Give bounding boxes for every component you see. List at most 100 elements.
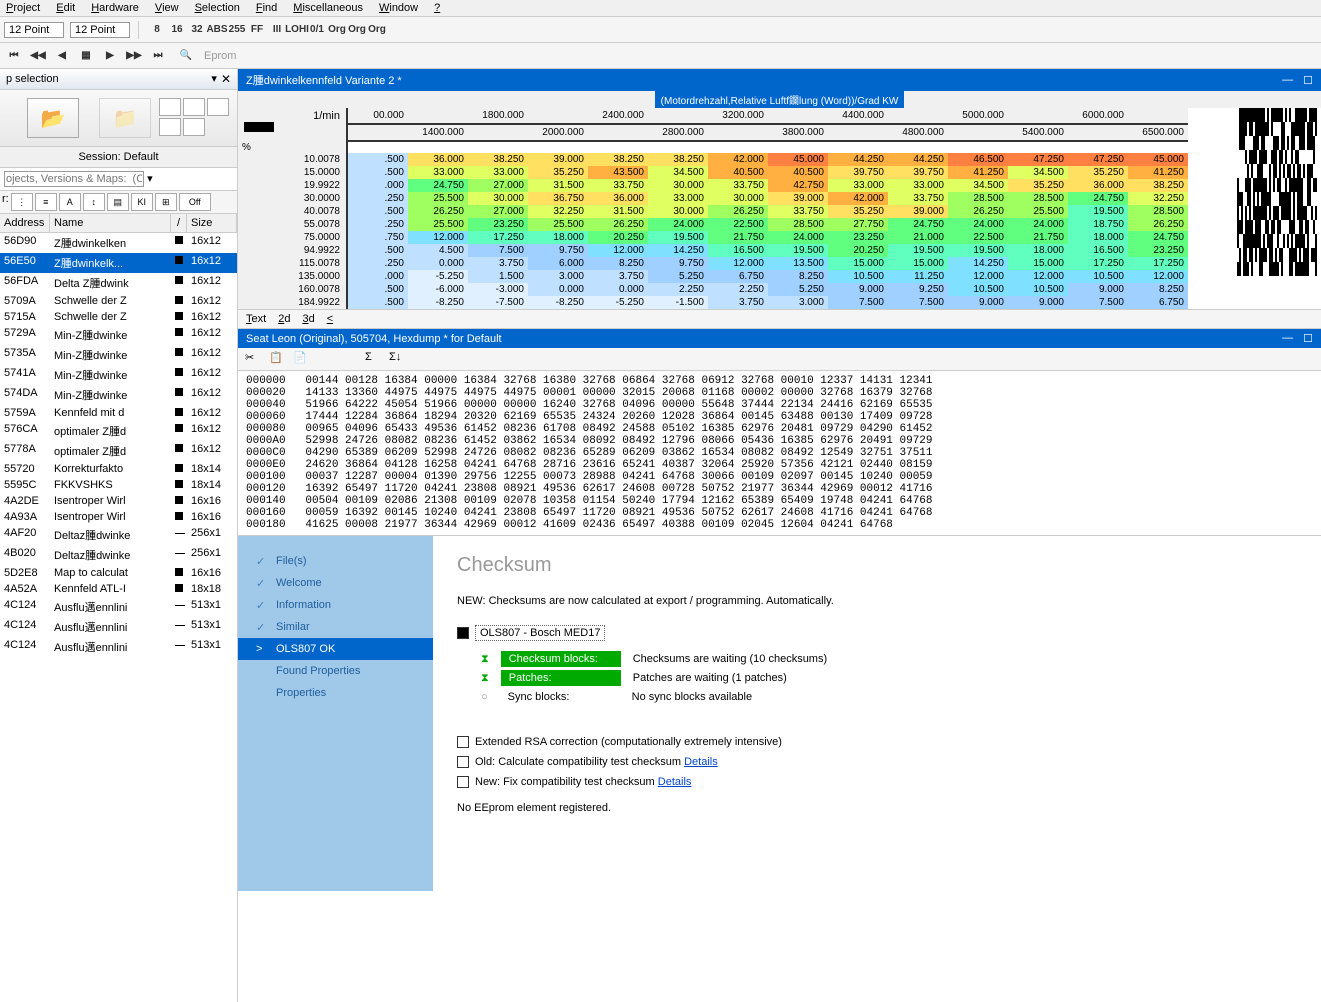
map-cell[interactable]: -6.000 — [408, 283, 468, 296]
map-cell[interactable]: 8.250 — [588, 257, 648, 270]
map-cell[interactable]: .500 — [348, 205, 408, 218]
map-cell[interactable]: 30.000 — [708, 192, 768, 205]
details-link-1[interactable]: Details — [684, 756, 718, 768]
mini-btn-2[interactable] — [183, 98, 205, 116]
nav-last-icon[interactable]: ⏭ — [148, 46, 168, 66]
nav-next-icon[interactable]: ▶ — [100, 46, 120, 66]
map-cell[interactable]: 8.250 — [768, 270, 828, 283]
nav-found-properties[interactable]: Found Properties — [238, 660, 433, 682]
map-cell[interactable]: 47.250 — [1008, 153, 1068, 166]
map-cell[interactable]: 10.500 — [1008, 283, 1068, 296]
map-cell[interactable]: 26.250 — [408, 205, 468, 218]
map-cell[interactable]: 17.250 — [468, 231, 528, 244]
map-cell[interactable]: 39.750 — [888, 166, 948, 179]
map-cell[interactable]: 24.750 — [1128, 231, 1188, 244]
map-cell[interactable]: 36.750 — [528, 192, 588, 205]
map-cell[interactable]: 34.500 — [648, 166, 708, 179]
map-cell[interactable]: 12.000 — [588, 244, 648, 257]
map-cell[interactable]: 12.000 — [1128, 270, 1188, 283]
map-cell[interactable]: 18.750 — [1068, 218, 1128, 231]
map-row[interactable]: 5D2E8Map to calculat 16x16 — [0, 565, 237, 581]
hex-minimize-icon[interactable]: — — [1282, 332, 1293, 345]
map-cell[interactable]: 45.000 — [1128, 153, 1188, 166]
map-cell[interactable]: 0.000 — [588, 283, 648, 296]
hexdump[interactable]: 000000 00144 00128 16384 00000 16384 327… — [238, 371, 1321, 535]
map-cell[interactable]: 16.500 — [708, 244, 768, 257]
mini-btn-5[interactable] — [183, 118, 205, 136]
menu-find[interactable]: Find — [256, 2, 277, 14]
close-icon[interactable]: ✕ — [221, 72, 231, 86]
map-cell[interactable]: 24.000 — [768, 231, 828, 244]
filter-btn-1[interactable]: ⋮ — [11, 193, 33, 211]
map-cell[interactable]: 20.250 — [828, 244, 888, 257]
map-row[interactable]: 5709ASchwelle der Z 16x12 — [0, 293, 237, 309]
map-cell[interactable]: 14.250 — [948, 257, 1008, 270]
map-cell[interactable]: 10.500 — [828, 270, 888, 283]
tb-III[interactable]: III — [267, 20, 287, 40]
map-cell[interactable]: .000 — [348, 270, 408, 283]
menu-project[interactable]: Project — [6, 2, 40, 14]
map-cell[interactable]: 2.250 — [648, 283, 708, 296]
map-cell[interactable]: 23.250 — [828, 231, 888, 244]
view-icon[interactable]: 🔍 — [176, 46, 196, 66]
old-checkbox[interactable] — [457, 756, 469, 768]
map-cell[interactable]: 13.500 — [768, 257, 828, 270]
map-cell[interactable]: .250 — [348, 192, 408, 205]
map-row[interactable]: 5741AMin-Z腫dwinke 16x12 — [0, 365, 237, 385]
new-checkbox[interactable] — [457, 776, 469, 788]
map-cell[interactable]: 0.000 — [408, 257, 468, 270]
menu-edit[interactable]: Edit — [56, 2, 75, 14]
map-cell[interactable]: 9.000 — [948, 296, 1008, 309]
tb-Org[interactable]: Org — [327, 20, 347, 40]
map-cell[interactable]: 40.500 — [708, 166, 768, 179]
nav-prev-icon[interactable]: ◀ — [52, 46, 72, 66]
map-cell[interactable]: 2.250 — [708, 283, 768, 296]
menu-window[interactable]: Window — [379, 2, 418, 14]
map-cell[interactable]: .500 — [348, 166, 408, 179]
map-cell[interactable]: 7.500 — [1068, 296, 1128, 309]
map-cell[interactable]: 6.750 — [1128, 296, 1188, 309]
map-row[interactable]: 4C124Ausflu邁ennlini 513x1 — [0, 617, 237, 637]
map-cell[interactable]: 25.500 — [528, 218, 588, 231]
map-cell[interactable]: 1.500 — [468, 270, 528, 283]
map-cell[interactable]: 7.500 — [828, 296, 888, 309]
rsa-checkbox[interactable] — [457, 736, 469, 748]
map-cell[interactable]: 33.750 — [888, 192, 948, 205]
map-cell[interactable]: 39.750 — [828, 166, 888, 179]
map-cell[interactable]: 10.500 — [1068, 270, 1128, 283]
map-cell[interactable]: 19.500 — [948, 244, 1008, 257]
map-cell[interactable]: 3.000 — [528, 270, 588, 283]
map-cell[interactable]: 8.250 — [1128, 283, 1188, 296]
map-cell[interactable]: 7.500 — [888, 296, 948, 309]
map-cell[interactable]: 42.000 — [828, 192, 888, 205]
menu-miscellaneous[interactable]: Miscellaneous — [293, 2, 363, 14]
map-row[interactable]: 576CAoptimaler Z腫d 16x12 — [0, 421, 237, 441]
map-cell[interactable]: 24.000 — [1008, 218, 1068, 231]
map-tab-3d[interactable]: 3d — [302, 313, 314, 325]
map-cell[interactable]: -7.500 — [468, 296, 528, 309]
map-cell[interactable]: 10.500 — [948, 283, 1008, 296]
map-cell[interactable]: 38.250 — [588, 153, 648, 166]
map-cell[interactable]: 11.250 — [888, 270, 948, 283]
map-cell[interactable]: 28.500 — [1128, 205, 1188, 218]
map-cell[interactable]: .500 — [348, 283, 408, 296]
map-cell[interactable]: 19.500 — [1068, 205, 1128, 218]
map-cell[interactable]: 7.500 — [468, 244, 528, 257]
map-cell[interactable]: -1.500 — [648, 296, 708, 309]
tb-LOHI[interactable]: LOHI — [287, 20, 307, 40]
map-cell[interactable]: 33.750 — [708, 179, 768, 192]
search-dropdown-icon[interactable]: ▾ — [147, 173, 153, 185]
map-cell[interactable]: 34.500 — [948, 179, 1008, 192]
map-cell[interactable]: 33.000 — [648, 192, 708, 205]
map-cell[interactable]: 21.000 — [888, 231, 948, 244]
map-cell[interactable]: 35.250 — [528, 166, 588, 179]
map-cell[interactable]: 21.750 — [1008, 231, 1068, 244]
hex-btn-4[interactable] — [316, 350, 336, 368]
map-cell[interactable]: 24.750 — [1068, 192, 1128, 205]
filter-off-button[interactable]: Off — [179, 193, 211, 211]
map-cell[interactable]: 33.750 — [588, 179, 648, 192]
open-folder-button[interactable]: 📂 — [27, 98, 79, 138]
map-row[interactable]: 4A52AKennfeld ATL-I 18x18 — [0, 581, 237, 597]
nav-similar[interactable]: Similar — [238, 616, 433, 638]
map-cell[interactable]: 9.000 — [1008, 296, 1068, 309]
